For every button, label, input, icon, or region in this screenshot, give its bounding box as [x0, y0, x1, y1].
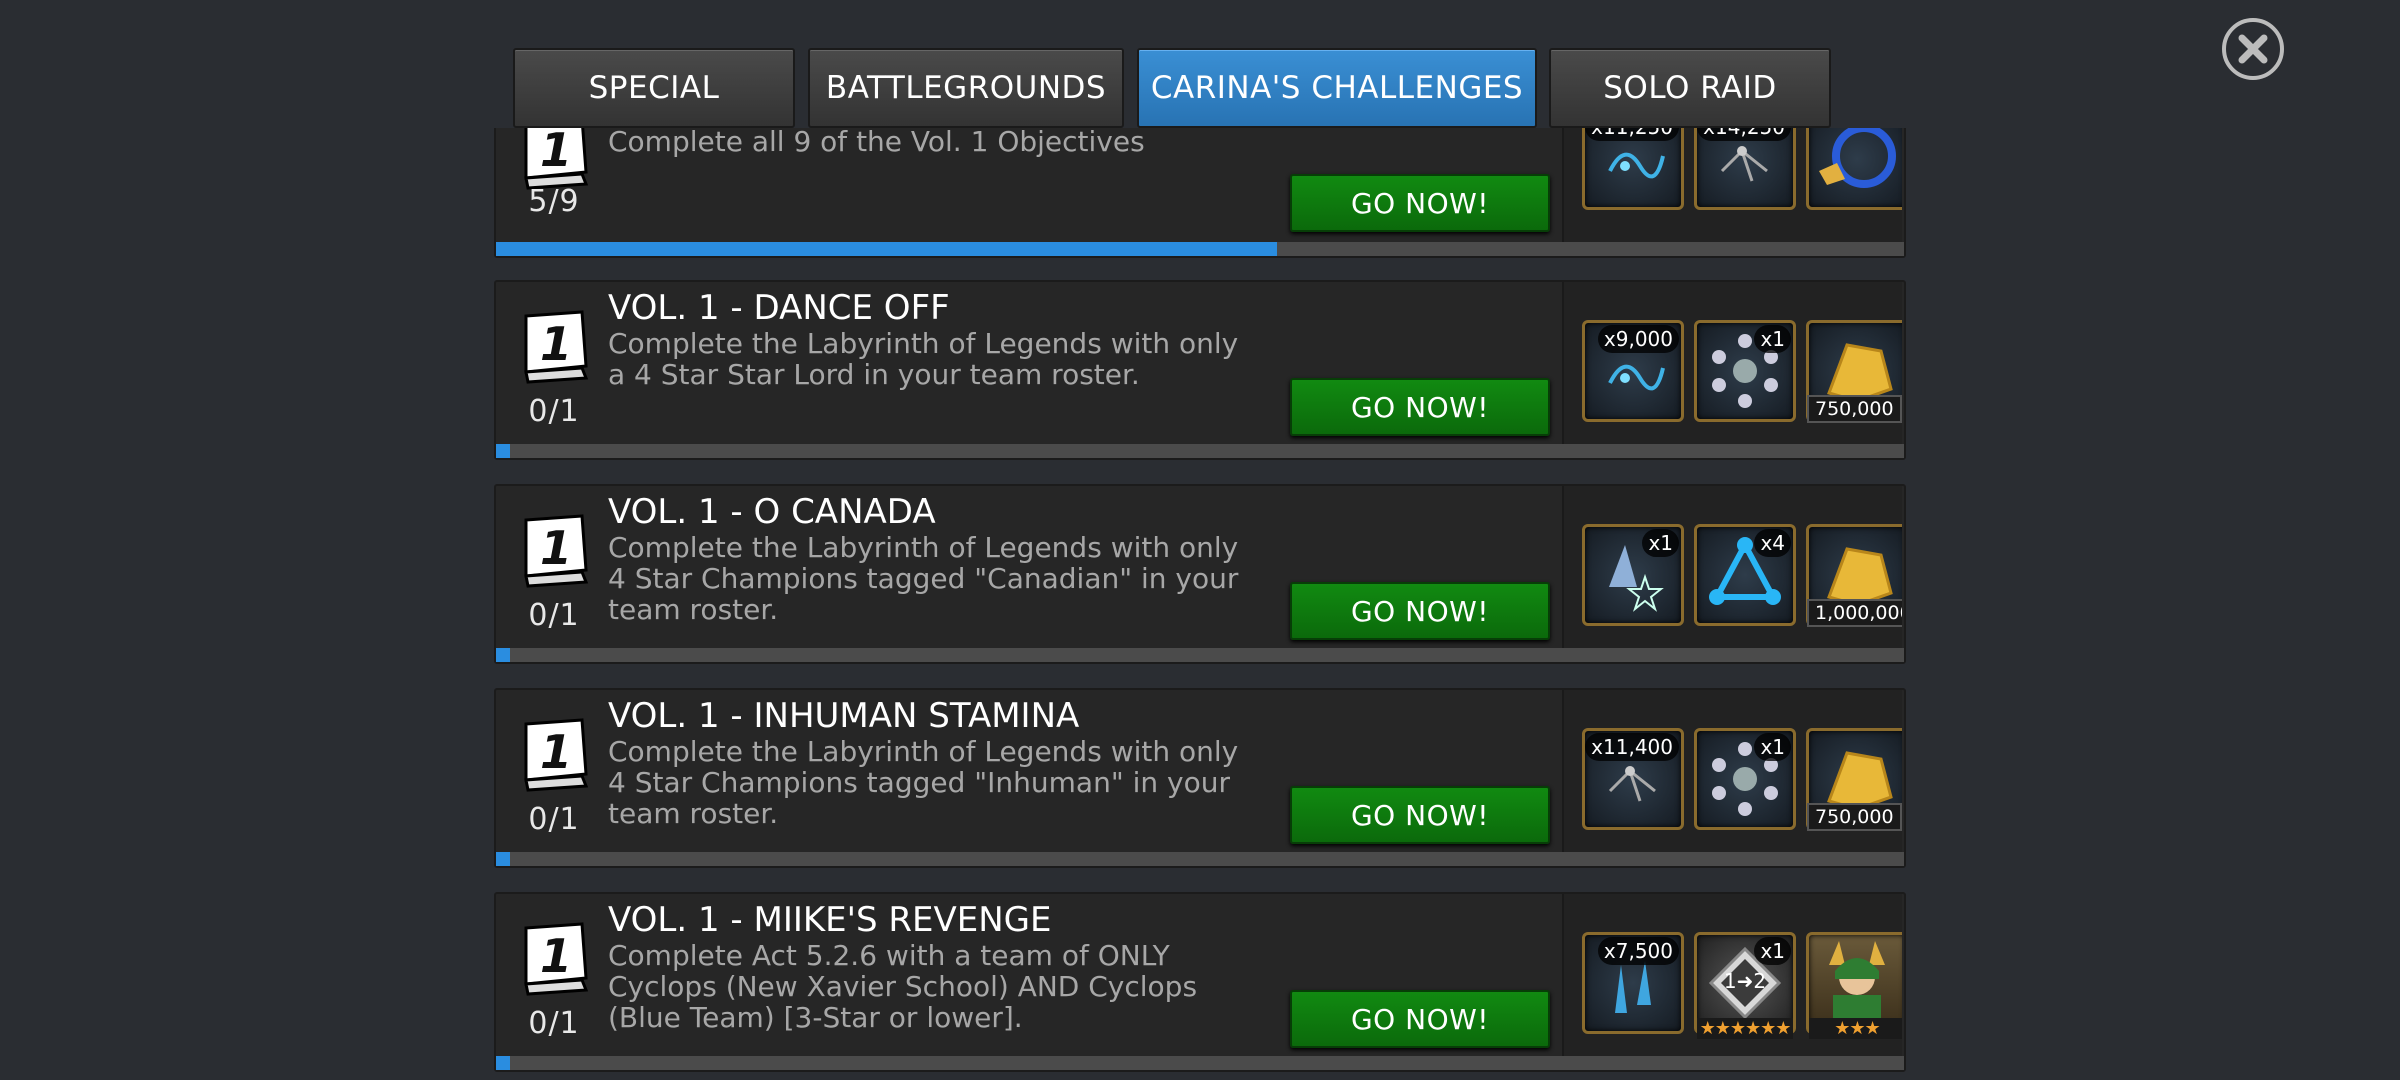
reward-quantity: x7,500 — [1597, 937, 1679, 965]
reward-quantity: x4 — [1754, 529, 1791, 557]
button-label: GO NOW! — [1350, 798, 1490, 832]
progress-bar — [496, 852, 1904, 866]
rewards-panel: x1 x4 1,000,000 — [1562, 486, 1902, 654]
rank-up-gem-icon[interactable]: 1➜2 x1 ★★★★★★ — [1694, 932, 1796, 1039]
champion-portrait-icon[interactable]: ★★★ — [1806, 932, 1902, 1039]
objective-row: 1 0/1 VOL. 1 - DANCE OFF Complete the La… — [494, 280, 1906, 460]
reward-quantity: x1 — [1642, 529, 1679, 557]
reward-quantity: x9,000 — [1597, 325, 1679, 353]
objective-description: Complete the Labyrinth of Legends with o… — [608, 327, 1239, 391]
reward-quantity: x11,400 — [1585, 733, 1679, 761]
objectives-list[interactable]: 1 5/9 Complete all 9 of the Vol. 1 Objec… — [494, 0, 1906, 1080]
star-rating: ★★★ — [1809, 1018, 1902, 1039]
rank-badge: 1➜2 — [1723, 969, 1767, 993]
reward-quantity: x14,250 — [1697, 128, 1791, 141]
reward-quantity: x1 — [1754, 325, 1791, 353]
reward-amount: 750,000 — [1807, 395, 1902, 423]
go-now-button[interactable]: GO NOW! — [1290, 582, 1550, 640]
reward-quantity: x11,250 — [1585, 128, 1679, 141]
reward-amount: 1,000,000 — [1807, 599, 1902, 627]
progress-count: 0/1 — [528, 598, 580, 633]
reward-amount: 750,000 — [1807, 803, 1902, 831]
objective-row: 1 0/1 VOL. 1 - INHUMAN STAMINA Complete … — [494, 688, 1906, 868]
book-icon: 1 — [512, 710, 596, 794]
rewards-panel: x11,400 x1 750,000 — [1562, 690, 1902, 858]
objective-row: 1 5/9 Complete all 9 of the Vol. 1 Objec… — [494, 123, 1906, 258]
button-label: GO NOW! — [1350, 594, 1490, 628]
go-now-button[interactable]: GO NOW! — [1290, 786, 1550, 844]
shard-catalyst-icon[interactable]: x7,500 — [1582, 932, 1684, 1034]
progress-fill — [496, 1056, 511, 1070]
button-label: GO NOW! — [1350, 186, 1490, 220]
objective-title: VOL. 1 - INHUMAN STAMINA — [608, 696, 1080, 736]
star-shard-icon[interactable]: x1 — [1582, 524, 1684, 626]
cosmic-catalyst-icon[interactable]: x4 — [1694, 524, 1796, 626]
progress-count: 0/1 — [528, 394, 580, 429]
svg-text:1: 1 — [540, 929, 572, 983]
progress-count: 0/1 — [528, 802, 580, 837]
grey-catalyst-icon[interactable]: x14,250 — [1694, 128, 1796, 210]
objective-description: Complete all 9 of the Vol. 1 Objectives — [608, 125, 1145, 158]
progress-fill — [496, 444, 511, 458]
star-rating: ★★★★★★ — [1697, 1018, 1793, 1039]
gold-icon[interactable]: 1,000,000 — [1806, 524, 1902, 627]
svg-text:1: 1 — [540, 317, 572, 371]
progress-bar — [496, 1056, 1904, 1070]
gold-icon[interactable]: 750,000 — [1806, 320, 1902, 423]
button-label: GO NOW! — [1350, 1002, 1490, 1036]
objective-title: VOL. 1 - DANCE OFF — [608, 288, 950, 328]
progress-fill — [496, 242, 1278, 256]
book-icon: 1 — [512, 506, 596, 590]
reward-quantity: x1 — [1754, 733, 1791, 761]
progress-count: 5/9 — [528, 184, 580, 219]
book-icon: 1 — [512, 123, 596, 192]
book-icon: 1 — [512, 302, 596, 386]
rewards-panel: x9,000 x1 750,000 — [1562, 282, 1902, 450]
go-now-button[interactable]: GO NOW! — [1290, 174, 1550, 232]
objective-title: VOL. 1 - O CANADA — [608, 492, 936, 532]
grey-catalyst-icon[interactable]: x11,400 — [1582, 728, 1684, 830]
svg-text:1: 1 — [540, 123, 572, 177]
close-button[interactable] — [2222, 18, 2284, 80]
progress-fill — [496, 648, 511, 662]
progress-bar — [496, 444, 1904, 458]
book-icon: 1 — [512, 914, 596, 998]
objective-description: Complete Act 5.2.6 with a team of ONLY C… — [608, 939, 1198, 1034]
objective-description: Complete the Labyrinth of Legends with o… — [608, 735, 1239, 830]
rewards-panel: x11,250 x14,250 — [1562, 128, 1902, 246]
objective-row: 1 0/1 VOL. 1 - MIIKE'S REVENGE Complete … — [494, 892, 1906, 1072]
progress-fill — [496, 852, 511, 866]
reward-quantity: x1 — [1754, 937, 1791, 965]
crystal-gold-icon[interactable] — [1806, 128, 1902, 210]
objective-title: VOL. 1 - MIIKE'S REVENGE — [608, 900, 1052, 940]
progress-count: 0/1 — [528, 1006, 580, 1041]
sig-network-icon[interactable]: x1 — [1694, 728, 1796, 830]
sig-network-icon[interactable]: x1 — [1694, 320, 1796, 422]
blue-catalyst-icon[interactable]: x9,000 — [1582, 320, 1684, 422]
go-now-button[interactable]: GO NOW! — [1290, 990, 1550, 1048]
blue-catalyst-icon[interactable]: x11,250 — [1582, 128, 1684, 210]
gold-icon[interactable]: 750,000 — [1806, 728, 1902, 831]
close-icon — [2238, 34, 2268, 64]
progress-bar — [496, 242, 1904, 256]
svg-text:1: 1 — [540, 521, 572, 575]
rewards-panel: x7,500 1➜2 x1 ★★★★★★ ★★★ — [1562, 894, 1902, 1062]
progress-bar — [496, 648, 1904, 662]
svg-text:1: 1 — [540, 725, 572, 779]
go-now-button[interactable]: GO NOW! — [1290, 378, 1550, 436]
button-label: GO NOW! — [1350, 390, 1490, 424]
objective-row: 1 0/1 VOL. 1 - O CANADA Complete the Lab… — [494, 484, 1906, 664]
objective-description: Complete the Labyrinth of Legends with o… — [608, 531, 1239, 626]
